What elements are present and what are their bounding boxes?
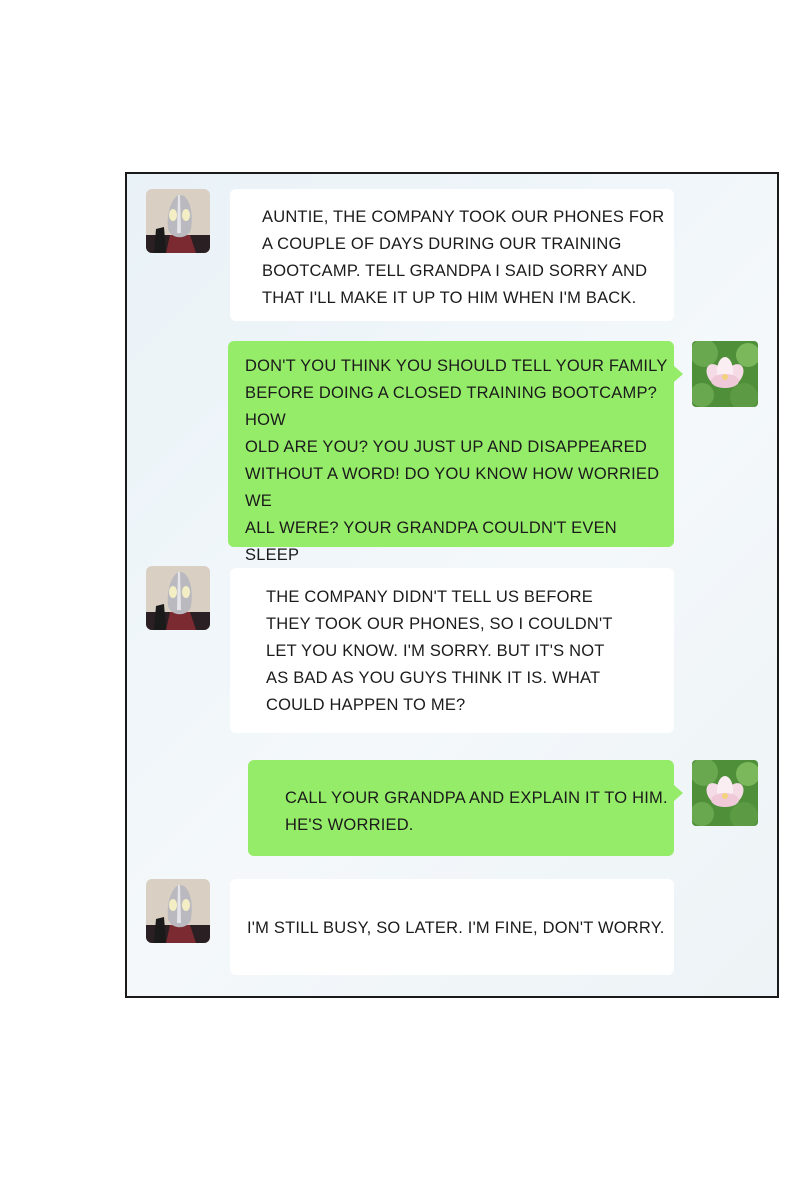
message-bubble-received[interactable]: I'M STILL BUSY, SO LATER. I'M FINE, DON'… <box>230 879 674 975</box>
message-bubble-received[interactable]: AUNTIE, THE COMPANY TOOK OUR PHONES FOR … <box>230 189 674 321</box>
sent-bubble-tail <box>674 785 683 801</box>
lotus-flower-avatar[interactable] <box>692 760 758 826</box>
masked-hero-avatar[interactable] <box>146 189 210 253</box>
masked-hero-avatar[interactable] <box>146 566 210 630</box>
message-bubble-sent[interactable]: DON'T YOU THINK YOU SHOULD TELL YOUR FAM… <box>228 341 674 618</box>
lotus-flower-avatar[interactable] <box>692 341 758 407</box>
sent-bubble-tail <box>674 366 683 382</box>
chat-window: AUNTIE, THE COMPANY TOOK OUR PHONES FOR … <box>125 172 779 998</box>
message-bubble-received[interactable]: THE COMPANY DIDN'T TELL US BEFORE THEY T… <box>230 568 674 733</box>
masked-hero-avatar[interactable] <box>146 879 210 943</box>
message-bubble-sent[interactable]: CALL YOUR GRANDPA AND EXPLAIN IT TO HIM.… <box>248 760 674 856</box>
